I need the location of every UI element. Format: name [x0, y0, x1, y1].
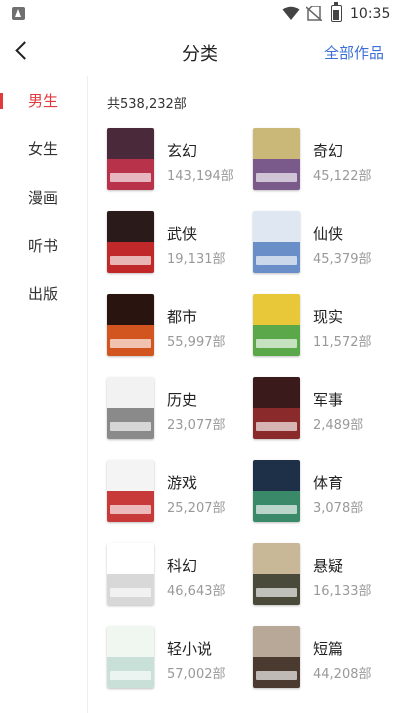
total-count: 共538,232部 — [107, 97, 187, 112]
category-sidebar: 男生 女生 漫画 听书 出版 — [0, 76, 88, 713]
book-cover-image — [253, 294, 300, 356]
category-name: 奇幻 — [313, 142, 344, 160]
category-name: 体育 — [313, 474, 344, 492]
wifi-icon — [282, 6, 300, 20]
category-count: 143,194部 — [167, 169, 234, 184]
category-count: 11,572部 — [313, 335, 372, 350]
category-name: 游戏 — [167, 474, 198, 492]
book-cover-image — [107, 294, 154, 356]
category-count: 45,122部 — [313, 169, 372, 184]
category-card-kehuan[interactable]: 科幻 46,643部 — [107, 543, 242, 607]
app-notification-icon — [12, 7, 25, 20]
category-count: 19,131部 — [167, 252, 226, 267]
category-name: 现实 — [313, 308, 344, 326]
category-name: 轻小说 — [167, 640, 213, 658]
category-count: 55,997部 — [167, 335, 226, 350]
category-card-junshi[interactable]: 军事 2,489部 — [253, 377, 388, 441]
sidebar-item-audiobooks[interactable]: 听书 — [0, 226, 88, 266]
category-card-duanpian[interactable]: 短篇 44,208部 — [253, 626, 388, 690]
sidebar-item-comics[interactable]: 漫画 — [0, 178, 88, 218]
category-count: 2,489部 — [313, 418, 364, 433]
category-name: 武侠 — [167, 225, 198, 243]
book-cover-image — [253, 460, 300, 522]
book-cover-image — [253, 626, 300, 688]
book-cover-image — [107, 460, 154, 522]
no-sim-icon — [306, 6, 322, 21]
category-count: 44,208部 — [313, 667, 372, 682]
category-count: 16,133部 — [313, 584, 372, 599]
book-cover-image — [253, 377, 300, 439]
category-count: 45,379部 — [313, 252, 372, 267]
category-name: 历史 — [167, 391, 198, 409]
status-bar: 10:35 — [0, 0, 400, 28]
category-count: 23,077部 — [167, 418, 226, 433]
top-app-bar: 分类 全部作品 — [0, 28, 400, 74]
all-works-link[interactable]: 全部作品 — [324, 42, 384, 63]
category-name: 科幻 — [167, 557, 198, 575]
sidebar-item-female[interactable]: 女生 — [0, 129, 88, 169]
category-count: 57,002部 — [167, 667, 226, 682]
book-cover-image — [107, 543, 154, 605]
category-count: 46,643部 — [167, 584, 226, 599]
category-count: 3,078部 — [313, 501, 364, 516]
category-card-tiyu[interactable]: 体育 3,078部 — [253, 460, 388, 524]
category-name: 玄幻 — [167, 142, 198, 160]
book-cover-image — [107, 377, 154, 439]
category-card-qihuan[interactable]: 奇幻 45,122部 — [253, 128, 388, 192]
sidebar-item-published[interactable]: 出版 — [0, 274, 88, 314]
category-card-xuanhuan[interactable]: 玄幻 143,194部 — [107, 128, 242, 192]
book-cover-image — [107, 626, 154, 688]
category-card-xianshi[interactable]: 现实 11,572部 — [253, 294, 388, 358]
category-card-lishi[interactable]: 历史 23,077部 — [107, 377, 242, 441]
book-cover-image — [253, 128, 300, 190]
category-count: 25,207部 — [167, 501, 226, 516]
category-card-xianxia[interactable]: 仙侠 45,379部 — [253, 211, 388, 275]
book-cover-image — [253, 543, 300, 605]
battery-icon — [331, 2, 342, 22]
category-card-xuanyi[interactable]: 悬疑 16,133部 — [253, 543, 388, 607]
category-name: 短篇 — [313, 640, 344, 658]
back-arrow-icon[interactable] — [10, 37, 38, 65]
category-card-youxi[interactable]: 游戏 25,207部 — [107, 460, 242, 524]
category-name: 悬疑 — [313, 557, 344, 575]
sidebar-item-male[interactable]: 男生 — [0, 81, 88, 121]
category-card-dushi[interactable]: 都市 55,997部 — [107, 294, 242, 358]
category-name: 都市 — [167, 308, 198, 326]
category-card-wuxia[interactable]: 武侠 19,131部 — [107, 211, 242, 275]
status-time: 10:35 — [350, 6, 391, 22]
category-name: 军事 — [313, 391, 344, 409]
category-card-qingxiaoshuo[interactable]: 轻小说 57,002部 — [107, 626, 242, 690]
book-cover-image — [107, 211, 154, 273]
book-cover-image — [107, 128, 154, 190]
category-name: 仙侠 — [313, 225, 344, 243]
book-cover-image — [253, 211, 300, 273]
